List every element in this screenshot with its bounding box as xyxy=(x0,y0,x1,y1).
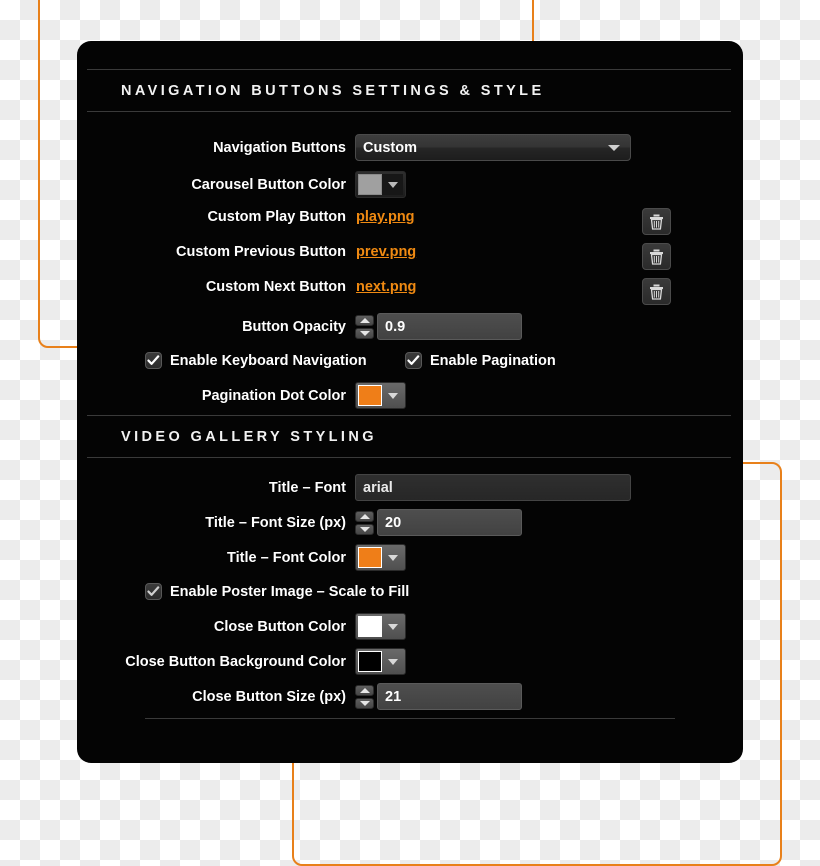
carousel-button-color-picker[interactable] xyxy=(355,171,406,198)
checkbox-box[interactable] xyxy=(405,352,422,369)
row-carousel-button-color: Carousel Button Color xyxy=(101,171,406,198)
pagination-dot-color-picker[interactable] xyxy=(355,382,406,409)
settings-panel: NAVIGATION BUTTONS SETTINGS & STYLE Navi… xyxy=(77,41,743,763)
caret-up-icon xyxy=(359,317,370,323)
navigation-buttons-select[interactable]: Custom xyxy=(355,134,631,161)
delete-previous-button[interactable] xyxy=(642,243,671,270)
close-button-size-stepper[interactable] xyxy=(355,684,374,709)
trash-icon xyxy=(650,284,663,300)
title-font-size-stepper[interactable] xyxy=(355,510,374,535)
label-title-font: Title – Font xyxy=(268,479,346,496)
checkbox-label: Enable Pagination xyxy=(430,352,556,369)
stepper-up-button[interactable] xyxy=(355,314,374,326)
label-carousel-button-color: Carousel Button Color xyxy=(191,176,346,193)
trash-icon xyxy=(650,214,663,230)
stepper-down-button[interactable] xyxy=(355,523,374,535)
checkbox-label: Enable Keyboard Navigation xyxy=(170,352,367,369)
chevron-down-icon xyxy=(387,554,398,561)
checkbox-box[interactable] xyxy=(145,583,162,600)
row-title-font-size: Title – Font Size (px) 20 xyxy=(101,509,522,536)
stepper-up-button[interactable] xyxy=(355,510,374,522)
row-close-button-size: Close Button Size (px) 21 xyxy=(101,683,522,710)
row-close-button-background-color: Close Button Background Color xyxy=(101,648,406,675)
bottom-divider xyxy=(145,718,675,719)
label-title-font-size: Title – Font Size (px) xyxy=(205,514,346,531)
row-pagination-dot-color: Pagination Dot Color xyxy=(101,382,406,409)
caret-down-icon xyxy=(359,700,370,706)
color-swatch xyxy=(358,616,382,637)
stepper-down-button[interactable] xyxy=(355,697,374,709)
checkbox-enable-poster-image[interactable]: Enable Poster Image – Scale to Fill xyxy=(145,583,409,600)
caret-down-icon xyxy=(359,526,370,532)
checkbox-label: Enable Poster Image – Scale to Fill xyxy=(170,583,410,600)
section-title-video-gallery: VIDEO GALLERY STYLING xyxy=(121,429,377,445)
caret-down-icon xyxy=(359,330,370,336)
color-swatch xyxy=(358,174,382,195)
label-navigation-buttons: Navigation Buttons xyxy=(213,139,346,156)
delete-next-button[interactable] xyxy=(642,278,671,305)
custom-play-button-file-link[interactable]: play.png xyxy=(356,209,415,225)
custom-next-button-file-link[interactable]: next.png xyxy=(356,279,416,295)
delete-play-button[interactable] xyxy=(642,208,671,235)
title-font-size-input[interactable]: 20 xyxy=(377,509,522,536)
section-video-gallery-header: VIDEO GALLERY STYLING xyxy=(87,415,731,458)
label-close-button-color: Close Button Color xyxy=(213,618,346,635)
row-custom-next-button: Custom Next Button next.png xyxy=(101,279,417,295)
divider xyxy=(87,111,731,112)
color-swatch xyxy=(358,651,382,672)
row-button-opacity: Button Opacity 0.9 xyxy=(101,313,522,340)
row-custom-play-button: Custom Play Button play.png xyxy=(101,209,415,225)
section-navigation-buttons-header: NAVIGATION BUTTONS SETTINGS & STYLE xyxy=(87,69,731,112)
chevron-down-icon xyxy=(608,144,620,151)
check-icon xyxy=(147,355,160,365)
row-custom-previous-button: Custom Previous Button prev.png xyxy=(101,244,416,260)
color-swatch xyxy=(358,547,382,568)
close-button-background-color-picker[interactable] xyxy=(355,648,406,675)
color-swatch xyxy=(358,385,382,406)
label-button-opacity: Button Opacity xyxy=(242,318,346,335)
checkbox-enable-pagination[interactable]: Enable Pagination xyxy=(405,352,556,369)
caret-up-icon xyxy=(359,513,370,519)
row-title-font-color: Title – Font Color xyxy=(101,544,406,571)
caret-up-icon xyxy=(359,687,370,693)
stepper-down-button[interactable] xyxy=(355,327,374,339)
custom-previous-button-file-link[interactable]: prev.png xyxy=(356,244,416,260)
label-custom-previous-button: Custom Previous Button xyxy=(176,244,346,260)
navigation-buttons-value: Custom xyxy=(363,139,417,156)
title-font-color-picker[interactable] xyxy=(355,544,406,571)
chevron-down-icon xyxy=(387,181,398,188)
chevron-down-icon xyxy=(387,658,398,665)
close-button-color-picker[interactable] xyxy=(355,613,406,640)
label-close-button-size: Close Button Size (px) xyxy=(192,688,346,705)
check-icon xyxy=(147,586,160,596)
button-opacity-input[interactable]: 0.9 xyxy=(377,313,522,340)
title-font-input[interactable]: arial xyxy=(355,474,631,501)
chevron-down-icon xyxy=(387,392,398,399)
button-opacity-stepper[interactable] xyxy=(355,314,374,339)
close-button-size-input[interactable]: 21 xyxy=(377,683,522,710)
check-icon xyxy=(407,355,420,365)
label-custom-next-button: Custom Next Button xyxy=(205,279,346,295)
row-navigation-buttons: Navigation Buttons Custom xyxy=(101,134,631,161)
label-close-button-background-color: Close Button Background Color xyxy=(125,653,346,670)
label-title-font-color: Title – Font Color xyxy=(227,549,346,566)
chevron-down-icon xyxy=(387,623,398,630)
checkbox-enable-keyboard-navigation[interactable]: Enable Keyboard Navigation xyxy=(145,352,367,369)
section-title-navigation: NAVIGATION BUTTONS SETTINGS & STYLE xyxy=(121,83,545,99)
stepper-up-button[interactable] xyxy=(355,684,374,696)
label-pagination-dot-color: Pagination Dot Color xyxy=(201,387,346,404)
row-close-button-color: Close Button Color xyxy=(101,613,406,640)
label-custom-play-button: Custom Play Button xyxy=(207,209,346,225)
divider xyxy=(87,457,731,458)
trash-icon xyxy=(650,249,663,265)
row-title-font: Title – Font arial xyxy=(101,474,631,501)
checkbox-box[interactable] xyxy=(145,352,162,369)
